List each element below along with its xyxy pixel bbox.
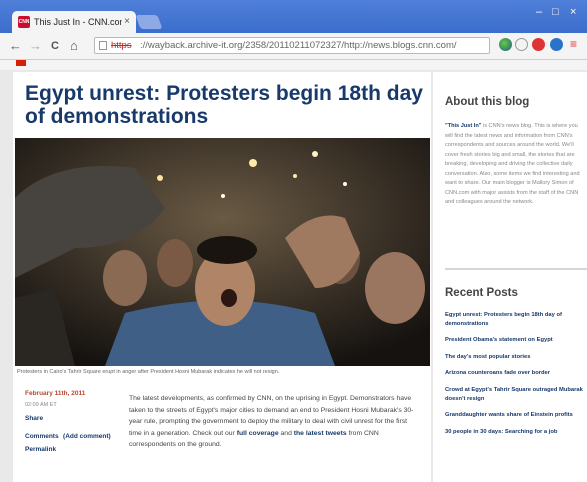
sidebar-divider bbox=[445, 268, 587, 270]
sidebar: About this blog "This Just In" is CNN's … bbox=[433, 72, 587, 482]
back-icon[interactable]: ← bbox=[9, 38, 22, 54]
post-meta: February 11th, 2011 02:09 AM ET Share Co… bbox=[25, 390, 125, 453]
tab-bar: CNN This Just In - CNN.com Bl × – □ × bbox=[0, 0, 587, 33]
wayback-banner-mark bbox=[16, 60, 26, 66]
page-viewport: Egypt unrest: Protesters begin 18th day … bbox=[0, 70, 587, 482]
article-headline[interactable]: Egypt unrest: Protesters begin 18th day … bbox=[25, 82, 425, 128]
tab-title: This Just In - CNN.com Bl bbox=[34, 17, 122, 27]
post-time: 02:09 AM ET bbox=[25, 402, 57, 408]
about-lead: "This Just In" bbox=[445, 123, 482, 129]
star-icon[interactable] bbox=[515, 38, 528, 51]
protest-photo bbox=[15, 138, 430, 366]
add-comment-link[interactable]: (Add comment) bbox=[63, 433, 111, 440]
article-body: The latest developments, as confirmed by… bbox=[129, 393, 419, 451]
close-window-icon[interactable]: × bbox=[570, 6, 576, 18]
photo-caption: Protesters in Cairo's Tahrir Square erup… bbox=[17, 369, 280, 375]
address-bar[interactable]: https ://wayback.archive-it.org/2358/201… bbox=[94, 37, 490, 54]
recent-post-4[interactable]: Arizona counteroans fade over border bbox=[445, 369, 587, 378]
extension-blue-icon[interactable] bbox=[550, 38, 563, 51]
permalink-link[interactable]: Permalink bbox=[25, 446, 125, 453]
reload-icon[interactable]: C bbox=[51, 38, 59, 54]
url-text: ://wayback.archive-it.org/2358/201102110… bbox=[140, 40, 457, 51]
page-icon bbox=[99, 41, 107, 50]
share-link[interactable]: Share bbox=[25, 415, 125, 422]
home-icon[interactable]: ⌂ bbox=[70, 38, 78, 54]
body-part-2: and bbox=[278, 429, 294, 437]
recent-post-6[interactable]: Granddaughter wants share of Einstein pr… bbox=[445, 411, 587, 420]
new-tab-button[interactable] bbox=[135, 15, 163, 29]
about-heading: About this blog bbox=[445, 96, 530, 108]
url-scheme: https bbox=[111, 40, 132, 51]
minimize-icon[interactable]: – bbox=[536, 6, 542, 18]
browser-window: CNN This Just In - CNN.com Bl × – □ × ← … bbox=[0, 0, 587, 482]
latest-tweets-link[interactable]: the latest tweets bbox=[294, 430, 347, 437]
tab-cnn-blog[interactable]: CNN This Just In - CNN.com Bl × bbox=[12, 11, 136, 33]
comments-link[interactable]: Comments bbox=[25, 433, 59, 440]
restore-icon[interactable]: □ bbox=[552, 6, 559, 18]
cnn-favicon-icon: CNN bbox=[18, 16, 30, 28]
pinterest-icon[interactable] bbox=[532, 38, 545, 51]
recent-post-1[interactable]: Egypt unrest: Protesters begin 18th day … bbox=[445, 311, 587, 328]
recent-posts-list: Egypt unrest: Protesters begin 18th day … bbox=[445, 311, 587, 444]
post-date: February 11th, 2011 bbox=[25, 390, 86, 397]
recent-post-2[interactable]: President Obama's statement on Egypt bbox=[445, 336, 587, 345]
recent-post-3[interactable]: The day's most popular stories bbox=[445, 353, 587, 362]
full-coverage-link[interactable]: full coverage bbox=[237, 430, 279, 437]
recent-posts-heading: Recent Posts bbox=[445, 287, 518, 299]
protest-photo-art bbox=[15, 138, 430, 366]
comments-row: Comments (Add comment) bbox=[25, 425, 125, 443]
about-body: is CNN's news blog. This is where you wi… bbox=[445, 123, 580, 205]
recent-post-5[interactable]: Crowd at Egypt's Tahrir Square outraged … bbox=[445, 386, 587, 403]
recent-post-7[interactable]: 30 people in 30 days: Searching for a jo… bbox=[445, 428, 587, 437]
main-column: Egypt unrest: Protesters begin 18th day … bbox=[13, 72, 431, 482]
globe-extension-icon[interactable] bbox=[499, 38, 512, 51]
tab-close-icon[interactable]: × bbox=[124, 11, 130, 33]
bookmark-strip bbox=[0, 60, 587, 70]
menu-icon[interactable]: ≡ bbox=[570, 37, 577, 51]
about-text: "This Just In" is CNN's news blog. This … bbox=[445, 122, 585, 208]
forward-icon[interactable]: → bbox=[29, 38, 42, 54]
